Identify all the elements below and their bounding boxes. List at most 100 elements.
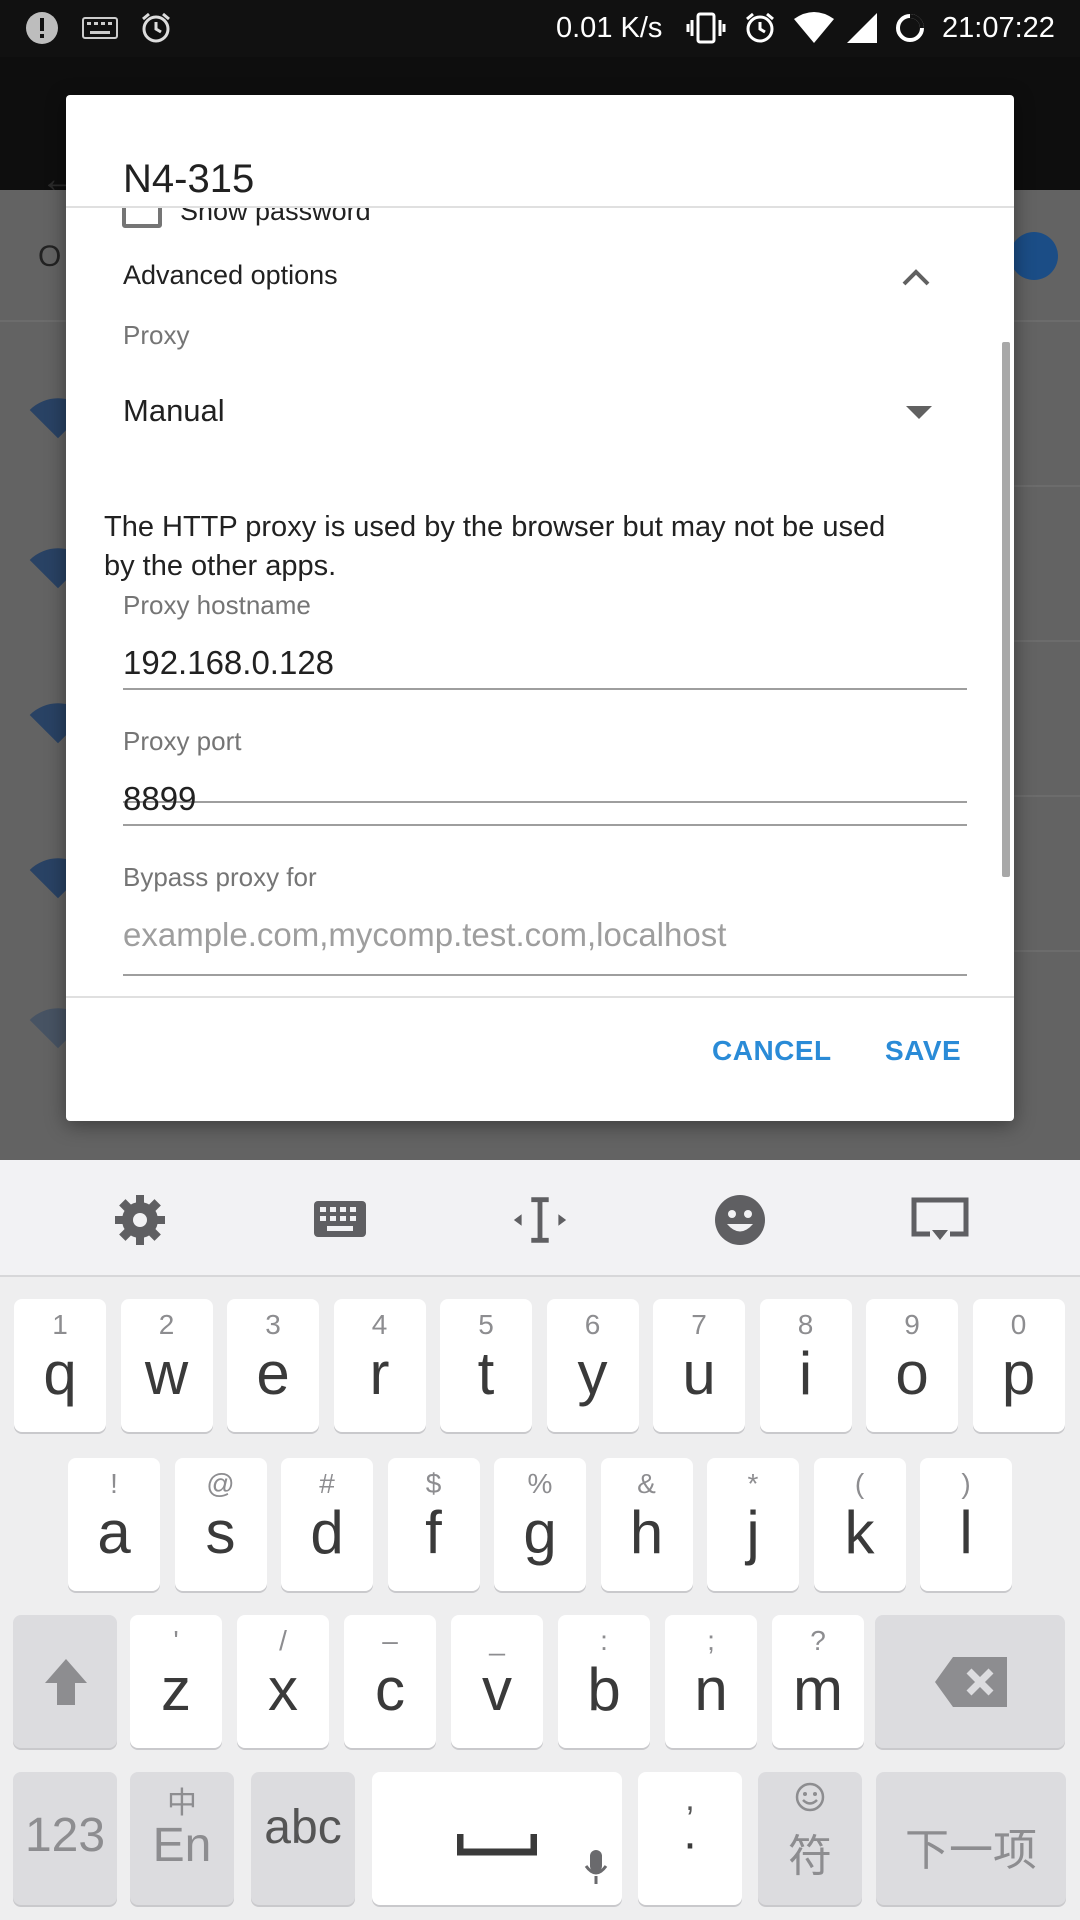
key-label: h [629,1499,664,1566]
key-x[interactable]: / x [237,1615,329,1748]
dialog-scroll-area[interactable]: Show password Advanced options Proxy Man… [66,208,1014,992]
key-secondary-label: 4 [371,1309,388,1340]
key-d[interactable]: # d [281,1458,373,1591]
next-field-key[interactable]: 下一项 [876,1772,1066,1905]
key-j[interactable]: * j [707,1458,799,1591]
clock: 21:07:22 [942,12,1055,44]
bypass-proxy-input[interactable] [123,907,967,963]
partial-label: O [38,240,62,273]
key-label: d [310,1499,344,1566]
key-label: c [375,1656,405,1723]
soft-keyboard: 1q2w3e4r5t6y7u8i9o0p ! a @ s # d $ f% g & h * j(k) l … [0,1160,1080,1920]
key-secondary-label: $ [425,1468,442,1499]
key-label: e [256,1340,290,1407]
microphone-icon [584,1850,608,1884]
key-secondary-label: : [600,1625,608,1656]
key-i[interactable]: 8i [759,1299,852,1432]
divider [66,996,1014,998]
key-y[interactable]: 6y [546,1299,639,1432]
cursor-icon[interactable] [510,1192,570,1248]
key-secondary-label: 3 [265,1309,281,1340]
key-secondary-label: 0 [1010,1309,1027,1340]
key-t[interactable]: 5t [440,1299,532,1432]
key-k[interactable]: (k [813,1458,906,1591]
key-secondary-label: 8 [797,1309,814,1340]
key-label: z [161,1656,191,1723]
wifi-config-dialog: N4-315 Show password Advanced options Pr… [66,95,1014,1121]
key-r[interactable]: 4r [333,1299,426,1432]
key-label: f [425,1499,442,1566]
key-label: g [523,1499,557,1566]
show-password-label[interactable]: Show password [180,208,371,227]
key-label: s [205,1499,236,1566]
status-bar: 0.01 K/s 21:07:22 [0,0,1080,57]
key-label: p [1001,1340,1036,1407]
dropdown-arrow-icon[interactable] [906,406,932,419]
proxy-port-input[interactable] [123,771,967,827]
space-key[interactable] [372,1772,622,1905]
advanced-options-label[interactable]: Advanced options [123,260,338,291]
key-label: n [694,1656,728,1723]
key-label: v [482,1656,512,1723]
key-h[interactable]: & h [600,1458,693,1591]
shift-key[interactable] [13,1615,117,1748]
key-z[interactable]: ' z [130,1615,222,1748]
keyboard-toolbar [0,1160,1080,1277]
key-s[interactable]: @ s [174,1458,267,1591]
key-b[interactable]: :b [558,1615,650,1748]
cancel-button[interactable]: CANCEL [712,1035,832,1067]
key-u[interactable]: 7u [653,1299,745,1432]
key-p[interactable]: 0p [972,1299,1065,1432]
hide-keyboard-icon[interactable] [910,1192,970,1248]
proxy-hostname-input[interactable] [123,635,967,691]
emoji-icon[interactable] [710,1192,770,1248]
backspace-key[interactable] [875,1615,1065,1748]
key-secondary-label: 1 [52,1309,68,1340]
network-speed: 0.01 K/s [556,12,663,44]
signal-icon [842,8,882,48]
key-v[interactable]: _ v [451,1615,543,1748]
key-label: j [746,1499,760,1566]
keyboard-icon [80,8,120,48]
numbers-key[interactable]: 123 [13,1772,117,1905]
key-secondary-label: ) [961,1468,971,1499]
abc-key[interactable]: abc [251,1772,355,1905]
key-label: x [268,1656,298,1723]
key-secondary-label: / [279,1625,287,1656]
key-o[interactable]: 9o [866,1299,958,1432]
key-q[interactable]: 1q [14,1299,106,1432]
language-key[interactable]: 中 En [130,1772,234,1905]
key-label: b [587,1656,621,1723]
key-c[interactable]: – c [344,1615,436,1748]
punctuation-key[interactable]: , · [638,1772,742,1905]
scrollbar[interactable] [1002,342,1010,877]
key-e[interactable]: 3e [227,1299,319,1432]
key-g[interactable]: % g [494,1458,586,1591]
save-button[interactable]: SAVE [885,1035,961,1067]
key-secondary-label: 6 [584,1309,601,1340]
settings-icon[interactable] [110,1192,170,1248]
key-secondary-label: # [319,1468,335,1499]
key-label: w [144,1340,189,1407]
key-w[interactable]: 2w [120,1299,213,1432]
key-secondary-label: ; [707,1625,715,1656]
divider [123,824,967,826]
bypass-proxy-caption: Bypass proxy for [123,862,317,892]
key-label: m [793,1656,843,1723]
alert-icon [22,8,62,48]
key-f[interactable]: $ f [387,1458,480,1591]
key-l[interactable]: ) l [920,1458,1012,1591]
chevron-up-icon[interactable] [896,258,936,298]
key-label: t [477,1340,495,1407]
key-label: l [959,1499,973,1566]
proxy-select[interactable]: Manual [123,393,225,429]
key-m[interactable]: ? m [772,1615,864,1748]
key-label: a [97,1499,131,1566]
keyboard-layout-icon[interactable] [310,1192,370,1248]
wifi-icon [790,8,838,48]
key-a[interactable]: ! a [68,1458,160,1591]
show-password-checkbox[interactable] [122,208,162,228]
symbols-key[interactable]: 符 [758,1772,862,1905]
key-n[interactable]: ; n [665,1615,757,1748]
dialog-title: N4-315 [123,157,255,201]
